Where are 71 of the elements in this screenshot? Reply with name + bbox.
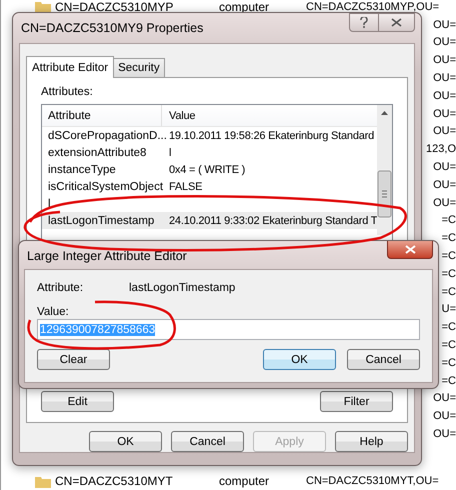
list-cell: CN=DACZC5310MYT,OU= <box>306 475 439 488</box>
attribute-name: extensionAttribute8 <box>47 146 148 158</box>
list-cell: OU= <box>433 196 456 209</box>
list-cell: OU= <box>433 54 456 66</box>
dialog-button[interactable]: Edit <box>41 391 114 412</box>
dialog-button[interactable]: Filter <box>320 391 393 412</box>
tab[interactable]: Security <box>113 58 165 77</box>
list-cell: CN=DACZC5310MYT <box>55 474 173 488</box>
list-cell: OU= <box>433 18 456 31</box>
folder-icon <box>35 474 51 488</box>
list-cell: CN=DACZC5310MYP <box>55 0 174 14</box>
list-cell: OU= <box>433 90 456 102</box>
list-cell: OU= <box>433 125 456 138</box>
close-icon <box>391 18 402 27</box>
attribute-value: FALSE <box>168 180 202 192</box>
list-cell: =C <box>442 214 456 226</box>
column-header[interactable]: Attribute <box>42 105 162 126</box>
attribute-row[interactable]: extensionAttribute8 l <box>42 144 377 161</box>
window-title: CN=DACZC5310MY9 Properties <box>21 21 204 35</box>
scrollbar[interactable] <box>377 105 392 235</box>
list-cell: computer <box>219 0 270 14</box>
attribute-name: instanceType <box>47 164 117 176</box>
list-cell: =C <box>442 268 456 280</box>
dialog-button[interactable]: OK <box>263 349 336 370</box>
list-cell: OU= <box>433 178 456 191</box>
list-cell: OU= <box>433 36 456 48</box>
dialog-button[interactable]: Cancel <box>171 431 244 452</box>
dialog-button[interactable]: Cancel <box>347 349 420 370</box>
dialog-button[interactable]: Clear <box>37 349 110 370</box>
value-label: Value: <box>37 306 69 318</box>
attribute-label: Attribute: <box>37 282 84 294</box>
list-cell: 123,O <box>426 143 456 156</box>
attribute-row[interactable]: lastLogonTimestamp 24.10.2011 9:33:02 Ekaterinburg Standard T <box>42 212 377 229</box>
list-cell: OU= <box>433 392 456 404</box>
close-button[interactable] <box>387 241 433 259</box>
list-cell: computer <box>219 474 270 488</box>
list-cell: OU= <box>433 72 456 84</box>
attribute-row[interactable]: isCriticalSystemObject FALSE <box>42 178 377 195</box>
attribute-name: isCriticalSystemObject <box>47 180 162 192</box>
list-cell: U= <box>442 303 456 316</box>
list-cell: =C <box>442 374 456 387</box>
attribute-row[interactable]: instanceType 0x4 = ( WRITE ) <box>42 161 377 178</box>
list-cell: =C <box>442 232 456 244</box>
attribute-value: 0x4 = ( WRITE ) <box>168 164 246 176</box>
help-button[interactable] <box>349 13 379 32</box>
tab[interactable]: Attribute Editor <box>26 56 114 78</box>
list-cell: =C <box>442 339 456 352</box>
list-cell: OU= <box>433 428 456 440</box>
attribute-value: l <box>168 146 172 158</box>
list-cell: CN=DACZC5310MYP,OU= <box>306 0 440 13</box>
dialog-button[interactable]: OK <box>89 431 162 452</box>
attribute-name: lastLogonTimestamp <box>129 282 236 294</box>
column-header[interactable]: Value <box>162 105 196 126</box>
attributes-label: Attributes: <box>41 86 93 98</box>
list-cell: =C <box>442 356 456 369</box>
list-cell: OU= <box>433 108 456 120</box>
attribute-row[interactable]: l <box>42 195 377 212</box>
window-title: Large Integer Attribute Editor <box>27 249 187 263</box>
list-cell: =C <box>442 250 456 262</box>
attribute-row[interactable]: dSCorePropagationD... 19.10.2011 19:58:26 Ekaterinburg Standard <box>42 127 377 144</box>
list-cell: OU= <box>433 410 456 422</box>
list-cell: OU= <box>433 161 456 174</box>
close-icon <box>404 245 416 254</box>
attribute-name: l <box>47 198 52 210</box>
list-cell: =C <box>442 321 456 334</box>
attribute-value: 24.10.2011 9:33:02 Ekaterinburg Standard T <box>168 214 377 226</box>
help-icon <box>360 17 368 28</box>
attribute-name: lastLogonTimestamp <box>47 214 156 226</box>
dialog-button[interactable]: Help <box>335 431 408 452</box>
close-button[interactable] <box>379 13 415 32</box>
list-cell: =C <box>442 286 456 298</box>
